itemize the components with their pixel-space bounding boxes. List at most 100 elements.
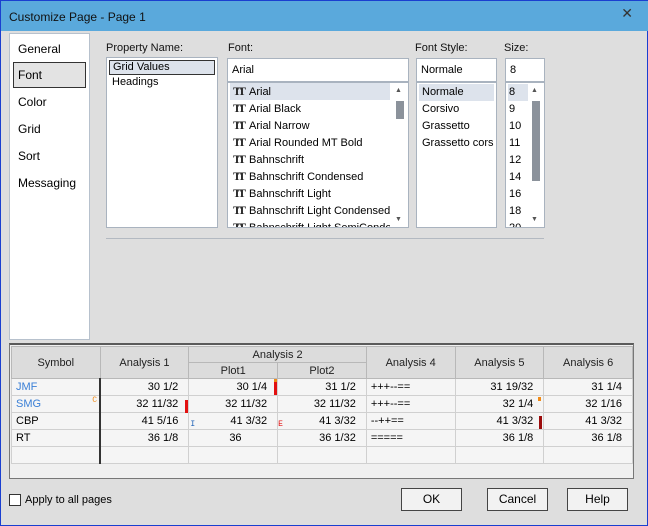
property-item-grid-values[interactable]: Grid Values [109,60,215,75]
scroll-up-arrow-icon[interactable]: ▲ [531,87,538,94]
font-input[interactable]: Arial [227,58,409,82]
size-list[interactable]: 8 9 10 11 12 14 16 18 20 ▲ ▼ [505,82,545,228]
scroll-up-arrow-icon[interactable]: ▲ [395,87,402,94]
truetype-font-icon: TT [233,135,246,149]
orange-tick-marker [538,397,542,401]
size-item[interactable]: 12 [508,152,528,169]
font-item[interactable]: TT Arial Narrow [230,117,390,134]
scroll-thumb[interactable] [396,101,404,119]
cancel-button[interactable]: Cancel [487,488,548,511]
font-item[interactable]: TT Arial [230,83,390,100]
empty-cell [188,446,279,464]
header-analysis-6[interactable]: Analysis 6 [543,346,633,379]
separator [106,238,544,239]
nav-item-messaging[interactable]: Messaging [13,170,86,196]
nav-item-general[interactable]: General [13,36,86,62]
apply-all-pages-checkbox-row[interactable]: Apply to all pages [9,493,112,507]
truetype-font-icon: TT [233,84,246,98]
scroll-down-arrow-icon[interactable]: ▼ [395,216,402,223]
help-button[interactable]: Help [567,488,628,511]
darkred-bar-marker [539,416,543,429]
header-analysis-2[interactable]: Analysis 2 [188,346,367,363]
analysis-1-cell: 36 1/8 [99,429,190,447]
font-item[interactable]: TT Bahnschrift [230,151,390,168]
cell-value: 41 3/32 [319,415,356,427]
nav-item-sort[interactable]: Sort [13,143,86,169]
analysis-4-cell: ===== [365,429,456,447]
close-icon[interactable]: ✕ [621,5,633,22]
e-marker: E [278,420,283,429]
font-style-label: Font Style: [415,42,468,54]
font-style-item[interactable]: Corsivo [419,101,494,118]
table-row: RT 36 1/8 36 36 1/32 ===== 36 1/8 36 1/8 [11,429,633,447]
plot-1-cell: 32 11/32 [188,395,279,413]
font-item[interactable]: TT Bahnschrift Condensed [230,168,390,185]
header-symbol[interactable]: Symbol [11,346,101,379]
size-item[interactable]: 11 [508,135,528,152]
font-item[interactable]: TT Bahnschrift Light Condensed [230,202,390,219]
font-style-item[interactable]: Grassetto corsivo [419,135,494,152]
size-item[interactable]: 10 [508,118,528,135]
analysis-5-cell: 36 1/8 [454,429,545,447]
scroll-down-arrow-icon[interactable]: ▼ [531,216,538,223]
plot-2-cell: E 41 3/32 [277,412,367,430]
font-item[interactable]: TT Bahnschrift Light SemiConden [230,219,390,228]
truetype-font-icon: TT [233,203,246,217]
size-item[interactable]: 16 [508,186,528,203]
font-item[interactable]: TT Arial Black [230,100,390,117]
property-item-headings[interactable]: Headings [109,74,215,91]
analysis-5-cell: 31 19/32 [454,378,545,396]
nav-item-color[interactable]: Color [13,89,86,115]
cell-value: SMG [16,398,42,410]
property-name-label: Property Name: [106,42,184,54]
empty-cell [454,446,545,464]
apply-all-pages-label[interactable]: Apply to all pages [25,494,112,506]
font-item[interactable]: TT Bahnschrift Light [230,185,390,202]
font-style-item[interactable]: Normale [419,84,494,101]
font-list[interactable]: TT Arial TT Arial Black TT Arial Narrow TT A… [227,82,409,228]
truetype-font-icon: TT [233,220,246,228]
header-analysis-5[interactable]: Analysis 5 [454,346,545,379]
c-marker: C [92,396,98,405]
analysis-4-cell: --++== [365,412,456,430]
cell-value: 41 3/32 [230,415,268,427]
table-row-empty [11,446,633,464]
size-item[interactable]: 9 [508,101,528,118]
apply-all-pages-checkbox[interactable] [9,494,21,506]
analysis-1-cell: 30 1/2 [99,378,190,396]
font-style-input[interactable]: Normale [416,58,497,82]
truetype-font-icon: TT [233,101,246,115]
empty-cell [365,446,456,464]
size-list-scrollbar[interactable]: ▲ ▼ [529,84,543,226]
size-item[interactable]: 8 [508,84,528,101]
size-item[interactable]: 18 [508,203,528,220]
font-list-scrollbar[interactable]: ▲ ▼ [393,84,407,226]
font-style-list[interactable]: Normale Corsivo Grassetto Grassetto cors… [416,82,497,228]
table-row: SMG C 32 11/32 32 11/32 32 11/32 +++--== … [11,395,633,413]
symbol-cell: RT [11,429,102,447]
property-name-list[interactable]: Grid Values Headings [106,57,218,228]
header-plot-2[interactable]: Plot2 [277,362,367,379]
cell-value: 36 [229,432,242,444]
scroll-thumb[interactable] [532,101,540,181]
plot-1-cell: 30 1/4 [188,378,279,396]
size-input[interactable]: 8 [505,58,545,82]
size-item[interactable]: 20 [508,220,528,227]
truetype-font-icon: TT [233,118,246,132]
nav-item-grid[interactable]: Grid [13,116,86,142]
font-item[interactable]: TT Arial Rounded MT Bold [230,134,390,151]
nav-item-font[interactable]: Font [13,62,86,88]
header-analysis-1[interactable]: Analysis 1 [99,346,190,379]
ok-button[interactable]: OK [401,488,462,511]
header-plot-1[interactable]: Plot1 [188,362,279,379]
analysis-1-cell: 32 11/32 [99,395,190,413]
truetype-font-icon: TT [233,152,246,166]
truetype-font-icon: TT [233,186,246,200]
symbol-cell: JMF [11,378,102,396]
font-style-item[interactable]: Grassetto [419,118,494,135]
table-row: CBP 41 5/16 I 41 3/32 E 41 3/32 --++== 41 … [11,412,633,430]
analysis-1-cell: 41 5/16 [99,412,190,430]
size-item[interactable]: 14 [508,169,528,186]
plot-2-cell: 32 11/32 [277,395,367,413]
header-analysis-4[interactable]: Analysis 4 [365,346,456,379]
